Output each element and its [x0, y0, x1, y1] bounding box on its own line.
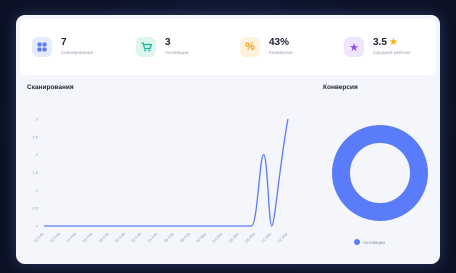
- x-tick-label: 12 Feb: [49, 231, 62, 244]
- y-tick-label: 3: [36, 117, 39, 122]
- x-tick-label: 12 Mar: [276, 231, 289, 244]
- x-tick-label: 14 Feb: [65, 231, 78, 244]
- x-tick-label: 10 Mar: [260, 231, 273, 244]
- y-tick-label: 2.5: [32, 134, 38, 139]
- legend-label: Активации: [363, 239, 386, 245]
- y-tick-label: 0.5: [32, 206, 38, 211]
- charts-canvas: 0 0.5 1 1.5 2 2.5 3 10 Feb 12 Feb 14 Feb 16 Feb 18 …: [32, 117, 428, 244]
- y-tick-label: 2: [36, 152, 39, 157]
- y-tick-label: 1.5: [32, 170, 38, 175]
- x-tick-label: 04 Mar: [211, 231, 224, 244]
- x-tick-label: 24 Feb: [146, 231, 159, 244]
- conversion-legend: Активации: [354, 239, 385, 245]
- x-tick-label: 16 Feb: [81, 231, 94, 244]
- x-tick-label: 02 Mar: [195, 231, 208, 244]
- x-tick-label: 08 Mar: [244, 231, 257, 244]
- y-tick-label: 1: [36, 188, 39, 193]
- x-tick-label: 22 Feb: [130, 231, 143, 244]
- x-tick-label: 10 Feb: [32, 231, 45, 244]
- dashboard-card: 7 Сканирования 3 Активации % 43% Конверс…: [16, 15, 440, 264]
- y-tick-label: 0: [36, 224, 39, 229]
- x-tick-label: 28 Feb: [179, 231, 192, 244]
- x-tick-label: 26 Feb: [162, 231, 175, 244]
- conversion-donut-slice: [332, 125, 428, 221]
- scans-series-line: [44, 118, 289, 227]
- x-tick-label: 06 Mar: [228, 231, 241, 244]
- x-tick-label: 18 Feb: [97, 231, 110, 244]
- x-tick-label: 20 Feb: [114, 231, 127, 244]
- legend-swatch: [354, 239, 360, 245]
